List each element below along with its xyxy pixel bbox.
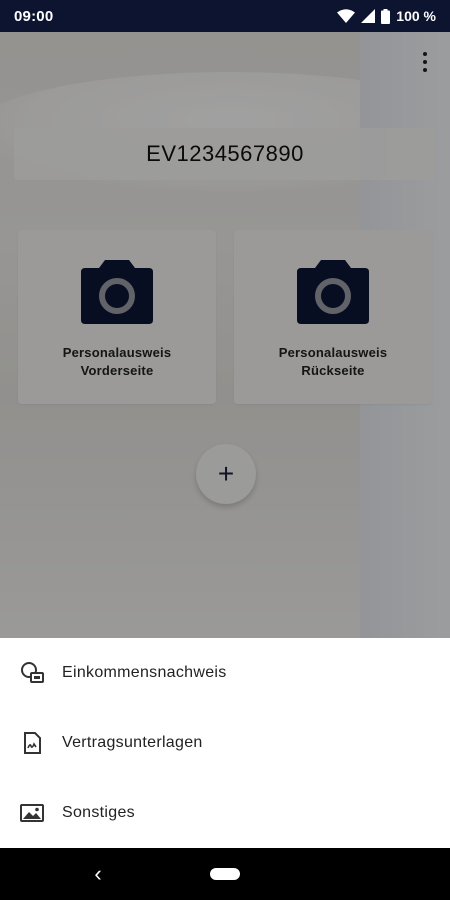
card-label: Personalausweis Vorderseite bbox=[63, 344, 172, 380]
card-label-line2: Rückseite bbox=[301, 363, 365, 378]
sheet-item-label: Vertragsunterlagen bbox=[62, 734, 203, 751]
card-label-line1: Personalausweis bbox=[278, 345, 388, 360]
sheet-item-income-proof[interactable]: Einkommensnachweis bbox=[0, 638, 450, 708]
cell-signal-icon bbox=[361, 9, 376, 23]
sheet-item-label: Sonstiges bbox=[62, 804, 135, 821]
id-number-field: EV1234567890 bbox=[14, 128, 436, 180]
more-vert-icon[interactable] bbox=[416, 50, 434, 74]
status-icons: 100 % bbox=[337, 8, 436, 24]
image-icon bbox=[20, 801, 44, 825]
sheet-item-other[interactable]: Sonstiges bbox=[0, 778, 450, 848]
sheet-item-label: Einkommensnachweis bbox=[62, 664, 227, 681]
screen: 09:00 100 % EV1234567890 Personalausweis… bbox=[0, 0, 450, 900]
camera-icon bbox=[297, 260, 369, 324]
battery-icon bbox=[381, 8, 391, 24]
sheet-item-contract-documents[interactable]: Vertragsunterlagen bbox=[0, 708, 450, 778]
home-pill[interactable] bbox=[210, 868, 240, 880]
contract-document-icon bbox=[20, 731, 44, 755]
document-capture-screen: EV1234567890 Personalausweis Vorderseite… bbox=[0, 32, 450, 638]
card-label: Personalausweis Rückseite bbox=[279, 344, 388, 380]
status-time: 09:00 bbox=[14, 7, 54, 25]
wifi-icon bbox=[337, 9, 356, 23]
navigation-bar: ‹ bbox=[0, 848, 450, 900]
battery-percent: 100 % bbox=[396, 8, 436, 24]
add-document-button[interactable]: + bbox=[196, 444, 256, 504]
income-proof-icon bbox=[20, 661, 44, 685]
status-bar: 09:00 100 % bbox=[0, 0, 450, 32]
card-id-back[interactable]: Personalausweis Rückseite bbox=[234, 230, 432, 404]
card-label-line1: Personalausweis bbox=[62, 345, 172, 360]
card-label-line2: Vorderseite bbox=[80, 363, 154, 378]
back-icon[interactable]: ‹ bbox=[88, 861, 108, 886]
card-id-front[interactable]: Personalausweis Vorderseite bbox=[18, 230, 216, 404]
bottom-sheet: Einkommensnachweis Vertragsunterlagen So… bbox=[0, 638, 450, 848]
camera-icon bbox=[81, 260, 153, 324]
